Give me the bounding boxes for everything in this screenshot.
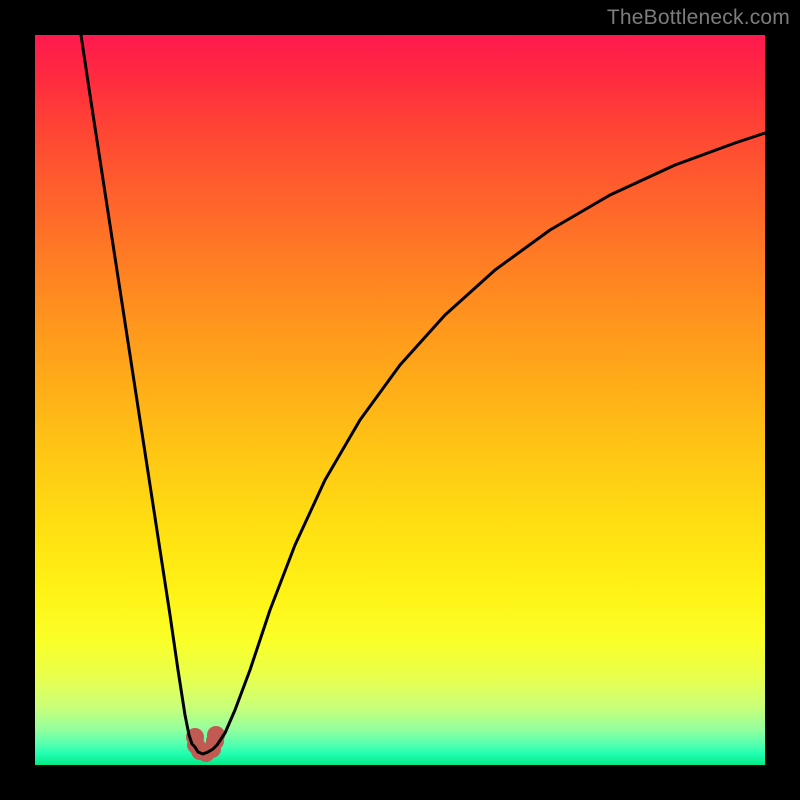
plot-area (35, 35, 765, 765)
chart-frame: TheBottleneck.com (0, 0, 800, 800)
curve-path (81, 35, 765, 754)
watermark-text: TheBottleneck.com (607, 6, 790, 30)
bottleneck-curve (35, 35, 765, 765)
